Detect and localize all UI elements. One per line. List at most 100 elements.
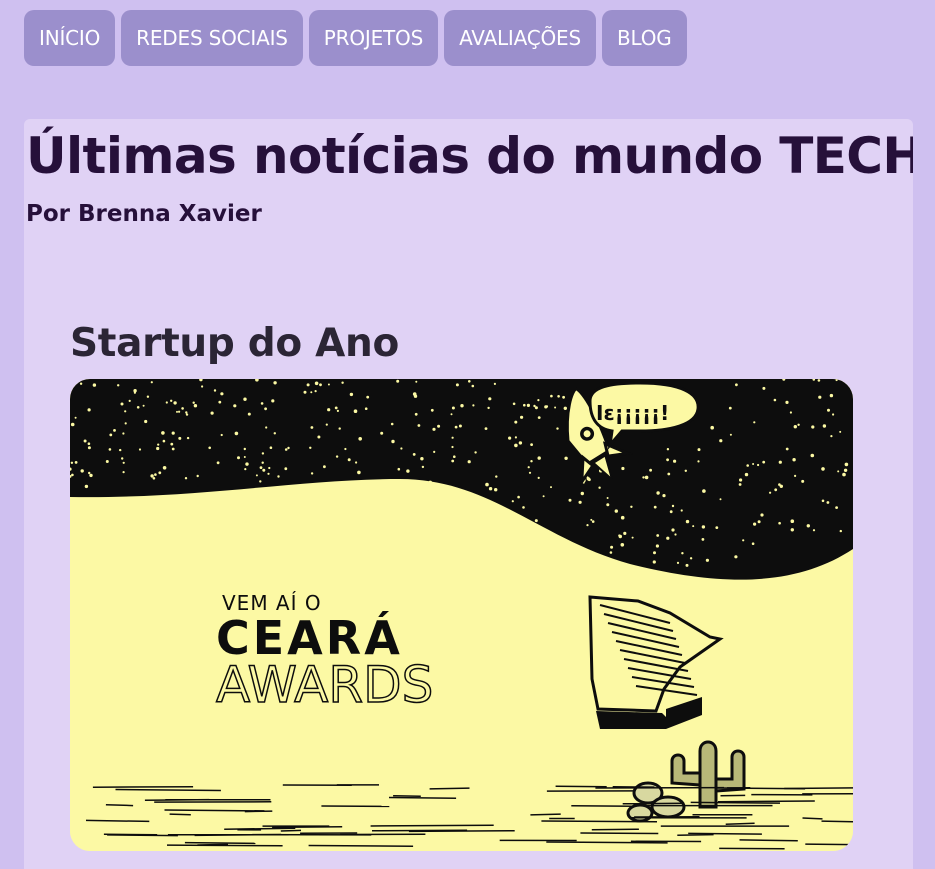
star bbox=[757, 463, 760, 467]
star bbox=[144, 419, 148, 424]
star bbox=[432, 427, 436, 431]
star bbox=[778, 521, 781, 525]
star bbox=[142, 404, 145, 407]
star bbox=[835, 379, 838, 382]
star bbox=[719, 439, 723, 443]
star bbox=[74, 461, 78, 464]
star bbox=[287, 446, 290, 450]
nav-item-inicio[interactable]: INÍCIO bbox=[24, 10, 116, 66]
star bbox=[631, 536, 634, 539]
star bbox=[493, 382, 496, 385]
star bbox=[87, 446, 91, 450]
nav-item-avaliacoes[interactable]: AVALIAÇÕES bbox=[444, 10, 596, 66]
star bbox=[606, 503, 610, 507]
star bbox=[669, 510, 673, 514]
star bbox=[357, 470, 361, 475]
star bbox=[495, 475, 498, 478]
star bbox=[752, 463, 755, 465]
star bbox=[261, 452, 265, 455]
star bbox=[591, 520, 595, 523]
star bbox=[247, 412, 251, 416]
star bbox=[84, 484, 89, 489]
nav-item-projetos[interactable]: PROJETOS bbox=[308, 10, 439, 66]
star bbox=[832, 413, 835, 416]
star bbox=[243, 456, 246, 458]
star bbox=[323, 465, 326, 469]
ground-stroke bbox=[677, 833, 714, 837]
star bbox=[117, 384, 120, 387]
star bbox=[458, 424, 462, 428]
ground-stroke bbox=[103, 833, 158, 836]
star bbox=[537, 476, 540, 479]
star bbox=[689, 557, 693, 560]
ground-stroke bbox=[717, 800, 815, 803]
speech-bubble-text: Iɛ¡¡¡¡¡! bbox=[596, 401, 669, 425]
star bbox=[655, 544, 660, 548]
star bbox=[358, 437, 363, 441]
star bbox=[779, 484, 783, 488]
star bbox=[284, 467, 288, 471]
star bbox=[656, 534, 660, 537]
star bbox=[216, 461, 220, 465]
star bbox=[697, 460, 700, 463]
star bbox=[702, 489, 706, 493]
star bbox=[485, 482, 489, 487]
star bbox=[528, 471, 532, 474]
star bbox=[666, 458, 669, 462]
author-byline: Por Brenna Xavier bbox=[26, 201, 262, 227]
star bbox=[692, 525, 695, 528]
star bbox=[568, 498, 572, 502]
ground-stroke bbox=[388, 796, 457, 800]
star bbox=[550, 486, 552, 489]
star bbox=[120, 402, 124, 406]
ground-stroke bbox=[546, 841, 668, 844]
ground-stroke bbox=[821, 820, 853, 823]
star bbox=[414, 412, 418, 416]
star bbox=[234, 431, 239, 436]
ground-stroke bbox=[622, 802, 684, 805]
star bbox=[454, 425, 458, 429]
star bbox=[265, 426, 268, 429]
star bbox=[685, 519, 690, 524]
star bbox=[173, 401, 177, 405]
star bbox=[213, 389, 217, 392]
star bbox=[259, 480, 262, 483]
ground-stroke bbox=[308, 844, 414, 847]
star bbox=[523, 403, 526, 407]
star bbox=[829, 393, 834, 398]
ground-stroke bbox=[580, 832, 659, 835]
star bbox=[150, 474, 154, 478]
star bbox=[598, 486, 601, 489]
star bbox=[518, 441, 523, 445]
star bbox=[614, 509, 618, 513]
star bbox=[684, 469, 687, 472]
star bbox=[243, 397, 247, 401]
star bbox=[728, 406, 732, 410]
ground-stroke bbox=[144, 798, 210, 802]
star bbox=[642, 476, 645, 479]
star bbox=[70, 422, 75, 427]
star bbox=[261, 461, 264, 464]
nav-item-redes-sociais[interactable]: REDES SOCIAIS bbox=[121, 10, 303, 66]
star bbox=[196, 474, 199, 478]
star bbox=[671, 528, 675, 532]
star bbox=[844, 462, 849, 467]
star bbox=[453, 455, 456, 458]
star bbox=[705, 558, 710, 562]
star bbox=[181, 407, 184, 410]
star bbox=[124, 410, 127, 413]
star bbox=[430, 408, 434, 412]
star bbox=[729, 433, 732, 436]
star bbox=[656, 491, 660, 495]
star bbox=[487, 406, 490, 410]
ground-stroke bbox=[169, 813, 191, 816]
star bbox=[680, 509, 683, 512]
nav-item-blog[interactable]: BLOG bbox=[601, 10, 687, 66]
star bbox=[309, 446, 312, 449]
star bbox=[508, 436, 512, 440]
star bbox=[526, 403, 530, 407]
star bbox=[685, 563, 689, 567]
star bbox=[514, 436, 517, 439]
star bbox=[150, 381, 153, 384]
star bbox=[550, 394, 553, 398]
